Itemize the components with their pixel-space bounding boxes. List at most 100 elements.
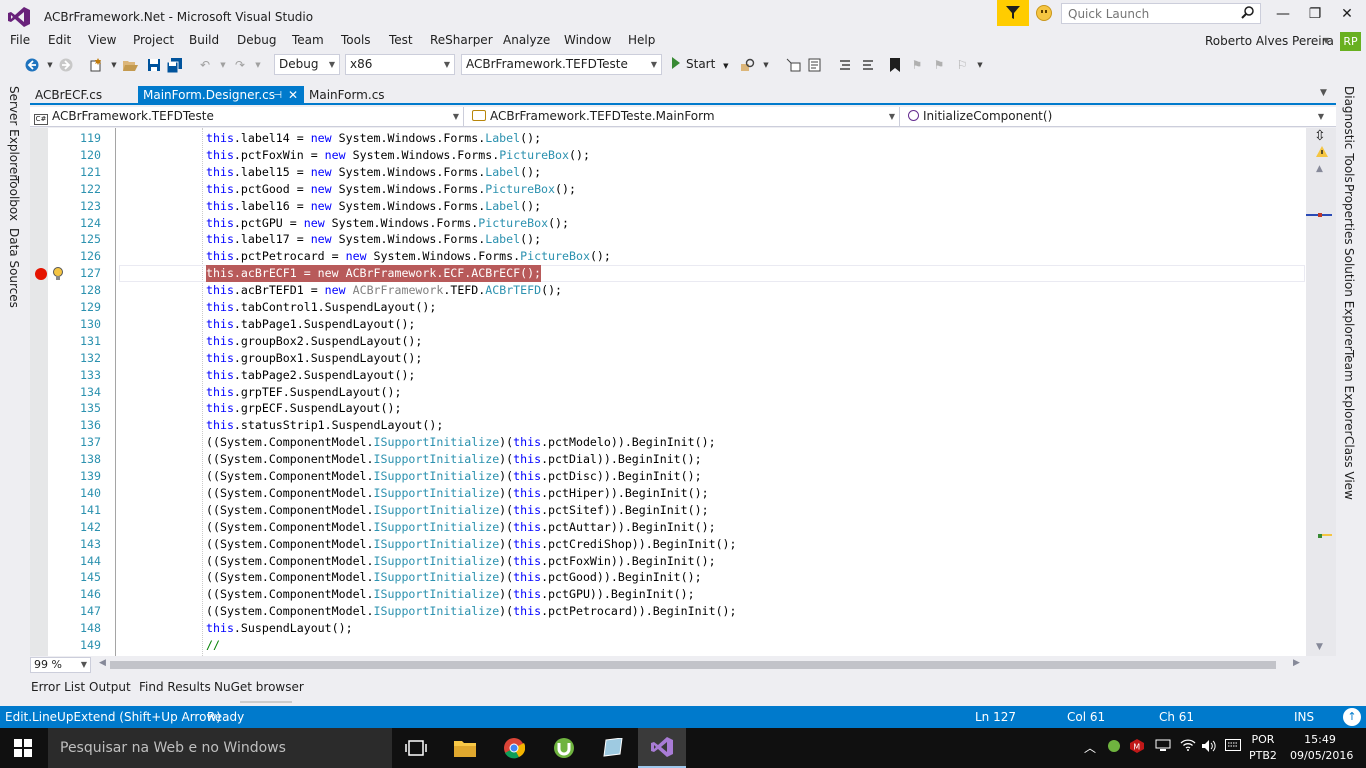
code-line[interactable]: 121 this.label15 = new System.Windows.For… [30,164,1306,181]
code-line[interactable]: 132 this.groupBox1.SuspendLayout(); [30,350,1306,367]
zoom-level-select[interactable]: 99 % ▼ [30,657,91,673]
bookmark-icon[interactable] [887,57,903,73]
quick-launch-box[interactable] [1061,3,1261,24]
toolbar-overflow-icon[interactable]: ▼ [972,57,988,73]
code-line[interactable]: 139 ((System.ComponentModel.ISupportIniti… [30,468,1306,485]
code-line[interactable]: 120 this.pctFoxWin = new System.Windows.F… [30,147,1306,164]
horizontal-scroll-thumb[interactable] [110,661,1276,669]
code-line[interactable]: 137 ((System.ComponentModel.ISupportIniti… [30,434,1306,451]
project-dropdown[interactable]: C# ACBrFramework.TEFDTeste ▼ [30,107,464,126]
clear-bookmarks-icon[interactable]: ⚐ [954,57,970,73]
code-line[interactable]: 127 this.acBrECF1 = new ACBrFramework.ECF… [30,265,1306,283]
task-view-icon[interactable] [392,728,440,768]
side-tab-toolbox[interactable]: Toolbox [7,176,21,221]
code-line[interactable]: 148 this.SuspendLayout(); [30,620,1306,637]
tab-mainform-cs[interactable]: MainForm.cs [304,86,404,105]
menu-debug[interactable]: Debug [237,33,276,47]
code-line[interactable]: 143 ((System.ComponentModel.ISupportIniti… [30,536,1306,553]
menu-help[interactable]: Help [628,33,655,47]
close-window-button[interactable]: ✕ [1334,4,1360,24]
menu-project[interactable]: Project [133,33,174,47]
network-tray-icon[interactable] [1155,739,1171,754]
code-line[interactable]: 126 this.pctPetrocard = new System.Window… [30,248,1306,265]
user-dropdown-icon[interactable]: ▼ [1323,36,1329,45]
utorrent-tray-icon[interactable] [1107,739,1121,756]
code-line[interactable]: 136 this.statusStrip1.SuspendLayout(); [30,417,1306,434]
save-all-icon[interactable] [167,57,183,73]
side-tab-class-view[interactable]: Class View [1342,436,1356,500]
code-line[interactable]: 133 this.tabPage2.SuspendLayout(); [30,367,1306,384]
tab-mainform-designer-cs[interactable]: MainForm.Designer.cs ⊣ ✕ [138,86,304,105]
code-line[interactable]: 122 this.pctGood = new System.Windows.For… [30,181,1306,198]
show-hidden-icons-icon[interactable]: ︿ [1084,739,1096,756]
menu-edit[interactable]: Edit [48,33,71,47]
menu-team[interactable]: Team [292,33,324,47]
type-dropdown[interactable]: ACBrFramework.TEFDTeste.MainForm ▼ [468,107,900,126]
side-tab-server-explorer[interactable]: Server Explorer [7,86,21,179]
next-bookmark-icon[interactable]: ⚑ [931,57,947,73]
startup-project-select[interactable]: ACBrFramework.TEFDTeste ▼ [461,54,662,75]
code-line[interactable]: 131 this.groupBox2.SuspendLayout(); [30,333,1306,350]
code-line[interactable]: 125 this.label17 = new System.Windows.For… [30,231,1306,248]
redo-icon[interactable]: ↷ [232,57,248,73]
scroll-down-arrow-icon[interactable]: ▼ [1316,642,1323,652]
find-dropdown-icon[interactable]: ▼ [758,57,774,73]
menu-window[interactable]: Window [564,33,611,47]
open-file-icon[interactable] [122,57,138,73]
close-tab-icon[interactable]: ✕ [288,86,298,105]
new-project-icon[interactable] [88,57,104,73]
undo-dropdown-icon[interactable]: ▼ [215,57,231,73]
redo-dropdown-icon[interactable]: ▼ [250,57,266,73]
code-line[interactable]: 140 ((System.ComponentModel.ISupportIniti… [30,485,1306,502]
code-line[interactable]: 144 ((System.ComponentModel.ISupportIniti… [30,553,1306,570]
tab-find-results[interactable]: Find Results [139,680,211,694]
quick-launch-input[interactable] [1062,4,1232,23]
horizontal-scrollbar[interactable]: ◀ ▶ [96,658,1306,672]
menu-file[interactable]: File [10,33,30,47]
navigate-forward-icon[interactable] [58,57,74,73]
mcafee-tray-icon[interactable]: M [1130,739,1144,756]
utorrent-icon[interactable] [540,728,588,768]
find-in-files-icon[interactable] [739,57,755,73]
comment-lines-icon[interactable] [836,57,852,73]
minimize-button[interactable]: — [1270,4,1296,24]
restore-button[interactable]: ❐ [1302,4,1328,24]
tab-output[interactable]: Output [89,680,131,694]
feedback-smiley-icon[interactable] [1036,5,1052,21]
scroll-up-arrow-icon[interactable]: ▲ [1316,164,1323,174]
code-line[interactable]: 138 ((System.ComponentModel.ISupportIniti… [30,451,1306,468]
view-code-icon[interactable] [806,57,822,73]
code-line[interactable]: 135 this.grpECF.SuspendLayout(); [30,400,1306,417]
tab-nuget-browser[interactable]: NuGet browser [214,680,304,694]
navigate-back-icon[interactable] [24,57,40,73]
avatar[interactable]: RP [1340,32,1361,51]
menu-analyze[interactable]: Analyze [503,33,550,47]
uncomment-lines-icon[interactable] [860,57,876,73]
keyboard-icon[interactable] [1225,739,1241,754]
windows-start-icon[interactable] [14,739,32,757]
tab-error-list[interactable]: Error List [31,680,85,694]
remote-desktop-icon[interactable] [589,728,637,768]
split-window-icon[interactable]: ⇳ [1314,128,1326,144]
side-tab-data-sources[interactable]: Data Sources [7,228,21,308]
code-line[interactable]: 142 ((System.ComponentModel.ISupportIniti… [30,519,1306,536]
code-line[interactable]: 141 ((System.ComponentModel.ISupportIniti… [30,502,1306,519]
new-dropdown-icon[interactable]: ▼ [106,57,122,73]
volume-icon[interactable] [1201,739,1217,756]
clock[interactable]: 15:49 09/05/2016 [1290,732,1353,764]
code-line[interactable]: 146 ((System.ComponentModel.ISupportIniti… [30,586,1306,603]
code-line[interactable]: 134 this.grpTEF.SuspendLayout(); [30,384,1306,401]
language-indicator[interactable]: POR PTB2 [1249,732,1277,764]
chrome-icon[interactable] [490,728,538,768]
tab-list-dropdown-icon[interactable]: ▼ [1320,88,1327,98]
solution-configuration-select[interactable]: Debug ▼ [274,54,340,75]
solution-platform-select[interactable]: x86 ▼ [345,54,455,75]
start-debugging-button[interactable]: Start ▼ [672,57,729,71]
scroll-left-arrow-icon[interactable]: ◀ [99,658,106,668]
side-tab-properties[interactable]: Properties [1342,184,1356,245]
code-line[interactable]: 128 this.acBrTEFD1 = new ACBrFramework.TE… [30,282,1306,299]
code-line[interactable]: 119 this.label14 = new System.Windows.For… [30,130,1306,147]
side-tab-diagnostic-tools[interactable]: Diagnostic Tools [1342,86,1356,183]
toggle-designer-icon[interactable] [785,57,801,73]
code-line[interactable]: 145 ((System.ComponentModel.ISupportIniti… [30,569,1306,586]
